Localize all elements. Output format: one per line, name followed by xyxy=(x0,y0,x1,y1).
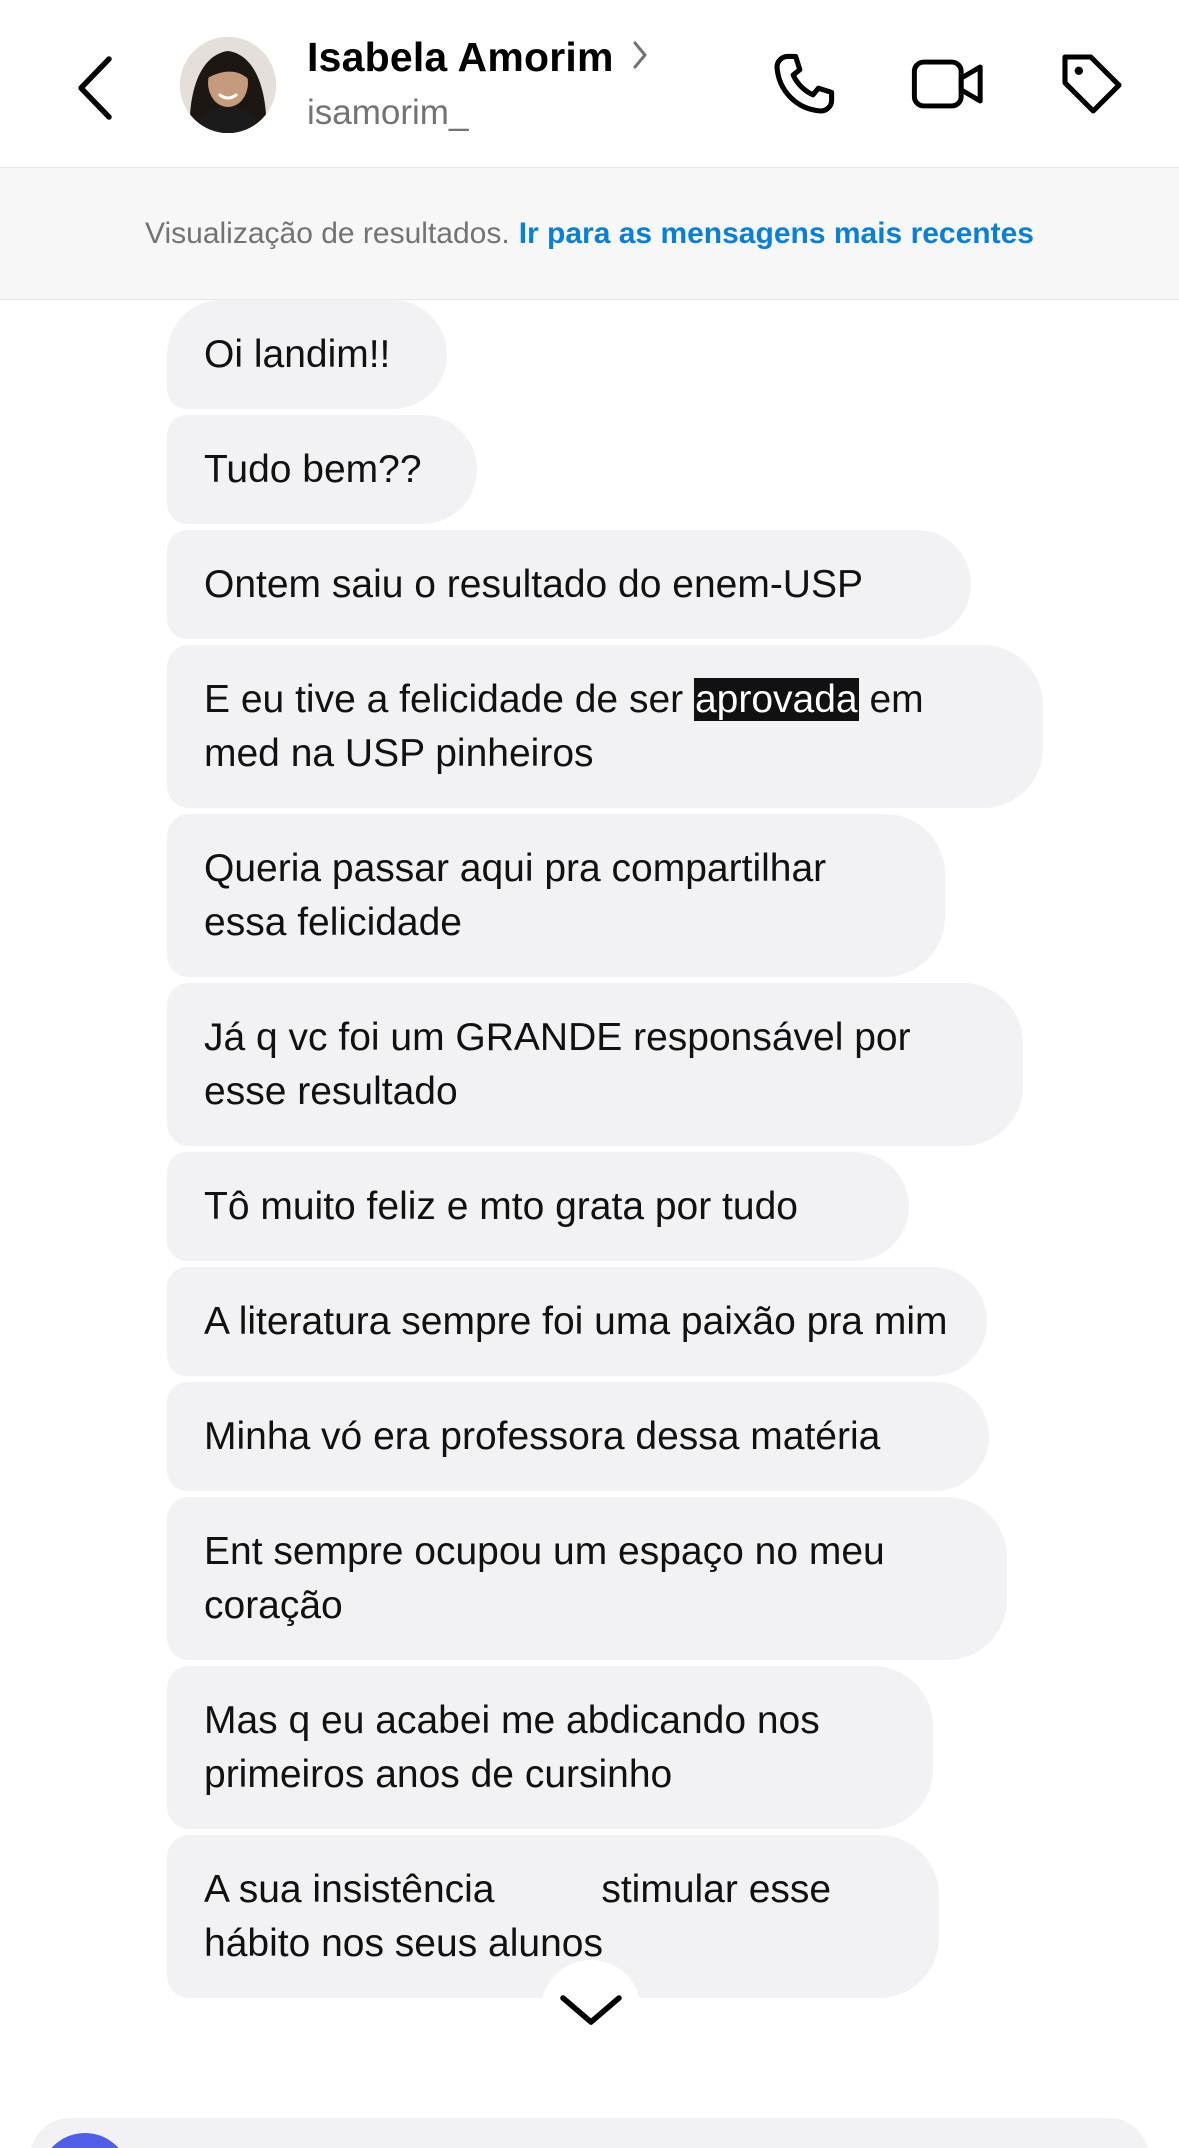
video-call-button[interactable] xyxy=(908,44,988,124)
call-button[interactable] xyxy=(764,44,844,124)
message-bubble[interactable]: A sua insistência stimular esse hábito n… xyxy=(167,1835,939,1998)
banner-text: Visualização de resultados. xyxy=(145,216,510,250)
back-chevron-icon xyxy=(78,56,112,120)
message-bubble[interactable]: Ent sempre ocupou um espaço no meu coraç… xyxy=(167,1497,1007,1660)
message-text: hábito nos seus alunos xyxy=(204,1922,603,1965)
message-bubble[interactable]: E eu tive a felicidade de ser aprovada e… xyxy=(167,645,1043,808)
avatar[interactable] xyxy=(180,37,276,133)
message-composer[interactable] xyxy=(30,2118,1149,2148)
scroll-to-bottom-button[interactable] xyxy=(541,1960,641,2060)
message-text: stimular esse xyxy=(601,1868,832,1911)
message-bubble[interactable]: A literatura sempre foi uma paixão pra m… xyxy=(167,1267,987,1376)
contact-info[interactable]: Isabela Amorim isamorim_ xyxy=(307,34,648,133)
message-text: Tô muito feliz e mto grata por tudo xyxy=(204,1185,798,1228)
message-bubble[interactable]: Tô muito feliz e mto grata por tudo xyxy=(167,1152,909,1261)
phone-icon xyxy=(774,53,835,114)
chevron-down-icon xyxy=(560,1995,622,2025)
tag-icon xyxy=(1062,54,1122,114)
message-text: Oi landim!! xyxy=(204,333,391,376)
message-text: Mas q eu acabei me abdicando nos primeir… xyxy=(204,1699,820,1796)
message-text: E eu tive a felicidade de ser xyxy=(204,678,694,721)
message-text: Minha vó era professora dessa matéria xyxy=(204,1415,881,1458)
message-text: Ent sempre ocupou um espaço no meu coraç… xyxy=(204,1530,885,1627)
contact-name: Isabela Amorim xyxy=(307,34,614,80)
tag-button[interactable] xyxy=(1052,44,1132,124)
message-list[interactable]: Oi landim!! Tudo bem?? Ontem saiu o resu… xyxy=(167,300,1067,2004)
back-button[interactable] xyxy=(60,48,130,128)
message-text: Tudo bem?? xyxy=(204,448,422,491)
message-text: A sua insistência xyxy=(204,1868,506,1911)
message-bubble[interactable]: Já q vc foi um GRANDE responsável por es… xyxy=(167,983,1023,1146)
message-bubble[interactable]: Oi landim!! xyxy=(167,300,447,409)
message-bubble[interactable]: Minha vó era professora dessa matéria xyxy=(167,1382,989,1491)
jump-to-recent-link[interactable]: Ir para as mensagens mais recentes xyxy=(519,217,1034,251)
search-highlight: aprovada xyxy=(693,678,859,721)
chevron-right-icon xyxy=(633,41,647,68)
username: isamorim_ xyxy=(307,93,469,132)
message-text: Ontem saiu o resultado do enem-USP xyxy=(204,563,864,606)
message-bubble[interactable]: Mas q eu acabei me abdicando nos primeir… xyxy=(167,1666,933,1829)
message-text: Já q vc foi um GRANDE responsável por es… xyxy=(204,1016,911,1113)
video-camera-icon xyxy=(911,59,983,109)
message-text: Queria passar aqui pra compartilhar essa… xyxy=(204,847,827,944)
avatar-image xyxy=(180,37,276,133)
search-results-banner: Visualização de resultados. Ir para as m… xyxy=(0,167,1179,300)
message-text: A literatura sempre foi uma paixão pra m… xyxy=(204,1300,948,1343)
message-bubble[interactable]: Tudo bem?? xyxy=(167,415,477,524)
message-bubble[interactable]: Queria passar aqui pra compartilhar essa… xyxy=(167,814,945,977)
message-bubble[interactable]: Ontem saiu o resultado do enem-USP xyxy=(167,530,971,639)
chat-header: Isabela Amorim isamorim_ xyxy=(0,0,1179,167)
